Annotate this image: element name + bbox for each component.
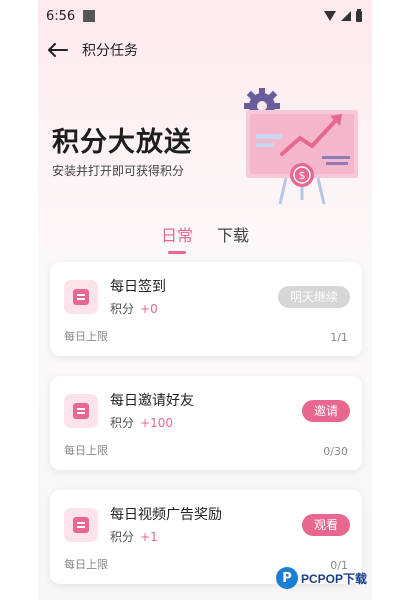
task-icon — [64, 280, 98, 314]
task-doc-icon — [73, 403, 89, 419]
task-points: 积分 +100 — [110, 414, 173, 431]
tab-bar: 日常 下载 — [38, 222, 372, 254]
svg-text:$: $ — [299, 169, 306, 182]
coin-icon: $ — [290, 163, 314, 187]
tab-daily[interactable]: 日常 — [161, 222, 193, 254]
task-card-checkin: 每日签到 积分 +0 明天继续 每日上限 1/1 — [50, 262, 362, 356]
task-points: 积分 +1 — [110, 528, 158, 545]
wifi-icon — [324, 11, 336, 21]
watermark-text: PCPOP下载 — [301, 571, 368, 586]
task-name: 每日邀请好友 — [110, 393, 194, 409]
notification-icon — [83, 10, 96, 22]
status-bar: 6:56 — [38, 0, 372, 32]
hero-subtitle: 安装并打开即可获得积分 — [52, 164, 185, 178]
daily-limit-label: 每日上限 — [64, 330, 108, 343]
task-name: 每日签到 — [110, 279, 166, 295]
page-title: 积分任务 — [82, 43, 138, 59]
task-progress-count: 1/1 — [330, 331, 348, 344]
watermark-logo-icon: P — [276, 567, 298, 589]
top-nav: 积分任务 — [38, 34, 372, 66]
points-value: +0 — [140, 302, 158, 316]
hero-title: 积分大放送 — [52, 127, 192, 158]
invite-button[interactable]: 邀请 — [301, 400, 350, 422]
promo-illustration: $ — [244, 88, 358, 205]
battery-icon — [356, 8, 362, 22]
points-label: 积分 — [110, 302, 135, 316]
site-watermark: P PCPOP下载 — [276, 564, 400, 592]
points-label: 积分 — [110, 416, 135, 430]
back-button[interactable] — [38, 34, 78, 66]
points-value: +100 — [140, 416, 173, 430]
back-arrow-icon — [48, 43, 68, 57]
task-icon — [64, 508, 98, 542]
task-name: 每日视频广告奖励 — [110, 507, 222, 523]
tab-download[interactable]: 下载 — [217, 222, 249, 254]
task-points: 积分 +0 — [110, 300, 158, 317]
status-time: 6:56 — [46, 8, 76, 24]
points-value: +1 — [140, 530, 158, 544]
task-card-invite: 每日邀请好友 积分 +100 邀请 每日上限 0/30 — [50, 376, 362, 470]
task-icon — [64, 394, 98, 428]
points-label: 积分 — [110, 530, 135, 544]
watch-button[interactable]: 观看 — [301, 514, 350, 536]
task-doc-icon — [73, 517, 89, 533]
daily-limit-label: 每日上限 — [64, 444, 108, 457]
continue-tomorrow-button[interactable]: 明天继续 — [277, 286, 350, 308]
chart-board-icon — [246, 110, 358, 205]
task-doc-icon — [73, 289, 89, 305]
app-screen: 6:56 积分任务 积分大放送 安装并打开即可获得积分 $ 日常 下载 每日签到… — [38, 0, 372, 600]
daily-limit-label: 每日上限 — [64, 558, 108, 571]
task-progress-count: 0/30 — [323, 445, 348, 458]
cellular-signal-icon — [341, 11, 351, 21]
